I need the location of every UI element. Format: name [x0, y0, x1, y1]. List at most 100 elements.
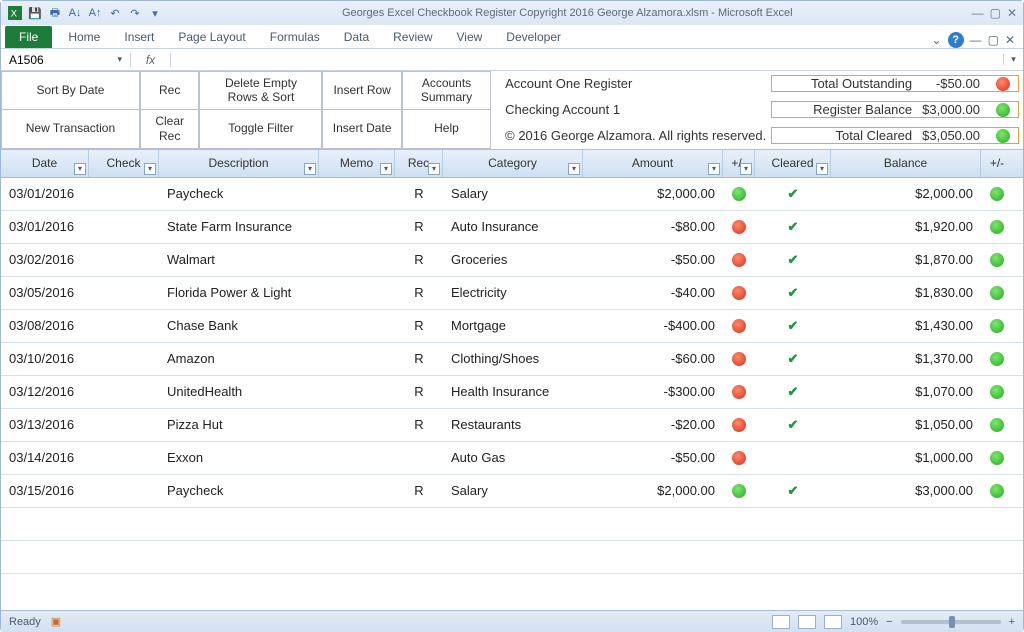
cell-date[interactable]: 03/10/2016: [1, 351, 89, 366]
cell-balance[interactable]: $1,920.00: [831, 219, 981, 234]
table-row[interactable]: 03/01/2016PaycheckRSalary$2,000.00$2,000…: [1, 178, 1023, 211]
namebox-dropdown-icon[interactable]: ▾: [117, 54, 122, 65]
cell-amount[interactable]: -$400.00: [583, 318, 723, 333]
table-row[interactable]: 03/15/2016PaycheckRSalary$2,000.00$3,000…: [1, 475, 1023, 508]
cell-category[interactable]: Mortgage: [443, 318, 583, 333]
tab-developer[interactable]: Developer: [494, 26, 573, 48]
ribbon-min-icon[interactable]: —: [970, 33, 982, 47]
cell-cleared[interactable]: [755, 483, 831, 499]
cell-amount[interactable]: -$80.00: [583, 219, 723, 234]
cell-rec[interactable]: R: [395, 384, 443, 399]
filter-icon[interactable]: ▾: [708, 163, 720, 175]
tab-formulas[interactable]: Formulas: [258, 26, 332, 48]
table-row-empty[interactable]: [1, 508, 1023, 541]
cell-amount[interactable]: $2,000.00: [583, 483, 723, 498]
cell-description[interactable]: Amazon: [159, 351, 319, 366]
cell-description[interactable]: Paycheck: [159, 483, 319, 498]
delete-empty-button[interactable]: Delete Empty Rows & Sort: [199, 71, 322, 110]
table-row[interactable]: 03/01/2016State Farm InsuranceRAuto Insu…: [1, 211, 1023, 244]
tab-review[interactable]: Review: [381, 26, 444, 48]
cell-category[interactable]: Electricity: [443, 285, 583, 300]
cell-date[interactable]: 03/13/2016: [1, 417, 89, 432]
fx-icon[interactable]: fx: [131, 53, 171, 67]
tab-data[interactable]: Data: [332, 26, 381, 48]
qat-more-icon[interactable]: ▾: [147, 5, 163, 21]
cell-cleared[interactable]: [755, 252, 831, 268]
cell-description[interactable]: Florida Power & Light: [159, 285, 319, 300]
cell-date[interactable]: 03/05/2016: [1, 285, 89, 300]
sort-asc-icon[interactable]: A↓: [67, 5, 83, 21]
table-row[interactable]: 03/02/2016WalmartRGroceries-$50.00$1,870…: [1, 244, 1023, 277]
cell-balance[interactable]: $2,000.00: [831, 186, 981, 201]
macro-record-icon[interactable]: ▣: [51, 615, 61, 628]
rec-button[interactable]: Rec: [140, 71, 200, 110]
cell-amount[interactable]: -$40.00: [583, 285, 723, 300]
filter-icon[interactable]: ▾: [74, 163, 86, 175]
sort-desc-icon[interactable]: A↑: [87, 5, 103, 21]
filter-icon[interactable]: ▾: [304, 163, 316, 175]
cell-date[interactable]: 03/08/2016: [1, 318, 89, 333]
cell-description[interactable]: Exxon: [159, 450, 319, 465]
cell-balance[interactable]: $1,830.00: [831, 285, 981, 300]
cell-category[interactable]: Auto Gas: [443, 450, 583, 465]
cell-cleared[interactable]: [755, 351, 831, 367]
cell-description[interactable]: Paycheck: [159, 186, 319, 201]
cell-date[interactable]: 03/01/2016: [1, 186, 89, 201]
tab-insert[interactable]: Insert: [112, 26, 166, 48]
cell-category[interactable]: Salary: [443, 483, 583, 498]
toggle-filter-button[interactable]: Toggle Filter: [199, 110, 322, 149]
formula-expand-icon[interactable]: ▾: [1003, 54, 1023, 65]
cell-date[interactable]: 03/12/2016: [1, 384, 89, 399]
filter-icon[interactable]: ▾: [740, 163, 752, 175]
clear-rec-button[interactable]: Clear Rec: [140, 110, 200, 149]
cell-amount[interactable]: -$300.00: [583, 384, 723, 399]
view-normal-icon[interactable]: [772, 615, 790, 629]
cell-rec[interactable]: R: [395, 417, 443, 432]
cell-description[interactable]: UnitedHealth: [159, 384, 319, 399]
zoom-in-icon[interactable]: +: [1009, 616, 1015, 628]
cell-date[interactable]: 03/01/2016: [1, 219, 89, 234]
cell-date[interactable]: 03/02/2016: [1, 252, 89, 267]
filter-icon[interactable]: ▾: [816, 163, 828, 175]
cell-category[interactable]: Groceries: [443, 252, 583, 267]
cell-balance[interactable]: $1,430.00: [831, 318, 981, 333]
table-row[interactable]: 03/08/2016 Chase Bank RMortgage-$400.00 $1,…: [1, 310, 1023, 343]
cell-rec[interactable]: R: [395, 318, 443, 333]
cell-rec[interactable]: R: [395, 351, 443, 366]
cell-cleared[interactable]: [755, 186, 831, 202]
close-icon[interactable]: ✕: [1007, 6, 1017, 20]
insert-date-button[interactable]: Insert Date: [322, 110, 401, 149]
cell-description[interactable]: Walmart: [159, 252, 319, 267]
minimize-icon[interactable]: —: [972, 6, 984, 20]
ribbon-restore-icon[interactable]: ▢: [988, 33, 999, 47]
cell-rec[interactable]: R: [395, 219, 443, 234]
table-row[interactable]: 03/14/2016ExxonAuto Gas-$50.00$1,000.00: [1, 442, 1023, 475]
cell-category[interactable]: Health Insurance: [443, 384, 583, 399]
cell-cleared[interactable]: [755, 285, 831, 301]
name-box[interactable]: A1506▾: [1, 53, 131, 67]
tab-view[interactable]: View: [445, 26, 495, 48]
table-row[interactable]: 03/12/2016 UnitedHealth RHealth Insurance-…: [1, 376, 1023, 409]
cell-category[interactable]: Salary: [443, 186, 583, 201]
cell-amount[interactable]: -$20.00: [583, 417, 723, 432]
cell-description[interactable]: State Farm Insurance: [159, 219, 319, 234]
cell-balance[interactable]: $1,870.00: [831, 252, 981, 267]
view-break-icon[interactable]: [824, 615, 842, 629]
print-icon[interactable]: 🖶: [47, 5, 63, 21]
undo-icon[interactable]: ↶: [107, 5, 123, 21]
zoom-slider[interactable]: [901, 620, 1001, 624]
accounts-summary-button[interactable]: Accounts Summary: [402, 71, 491, 110]
sort-by-date-button[interactable]: Sort By Date: [1, 71, 140, 110]
cell-balance[interactable]: $3,000.00: [831, 483, 981, 498]
zoom-out-icon[interactable]: −: [886, 616, 892, 628]
maximize-icon[interactable]: ▢: [990, 6, 1001, 20]
cell-description[interactable]: Chase Bank: [159, 318, 319, 333]
filter-icon[interactable]: ▾: [568, 163, 580, 175]
table-row[interactable]: 03/10/2016AmazonRClothing/Shoes-$60.00$1…: [1, 343, 1023, 376]
cell-amount[interactable]: $2,000.00: [583, 186, 723, 201]
ribbon-dropdown-icon[interactable]: ⌄: [932, 33, 942, 47]
save-icon[interactable]: 💾: [27, 5, 43, 21]
cell-rec[interactable]: R: [395, 483, 443, 498]
cell-amount[interactable]: -$50.00: [583, 450, 723, 465]
cell-rec[interactable]: R: [395, 285, 443, 300]
